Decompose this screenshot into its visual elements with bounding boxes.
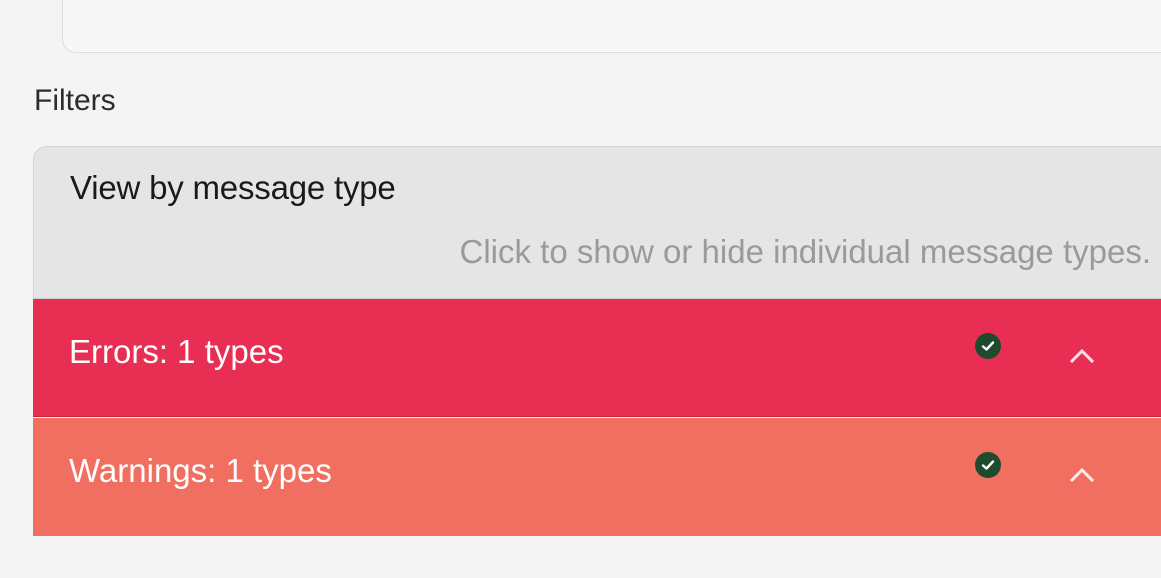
panel-header: View by message type Click to show or hi… — [33, 146, 1161, 299]
warnings-row-label: Warnings: 1 types — [69, 452, 332, 489]
panel-title: View by message type — [70, 169, 396, 206]
filters-heading: Filters — [34, 84, 116, 117]
chevron-up-icon[interactable] — [1069, 464, 1095, 484]
errors-row-label: Errors: 1 types — [69, 333, 284, 370]
errors-row[interactable]: Errors: 1 types — [33, 299, 1161, 417]
top-card — [62, 0, 1161, 53]
warnings-row[interactable]: Warnings: 1 types — [33, 418, 1161, 536]
message-type-filter-panel: View by message type Click to show or hi… — [33, 146, 1161, 536]
panel-description: Click to show or hide individual message… — [459, 233, 1151, 270]
check-icon[interactable] — [975, 333, 1001, 359]
chevron-up-icon[interactable] — [1069, 345, 1095, 365]
check-icon[interactable] — [975, 452, 1001, 478]
